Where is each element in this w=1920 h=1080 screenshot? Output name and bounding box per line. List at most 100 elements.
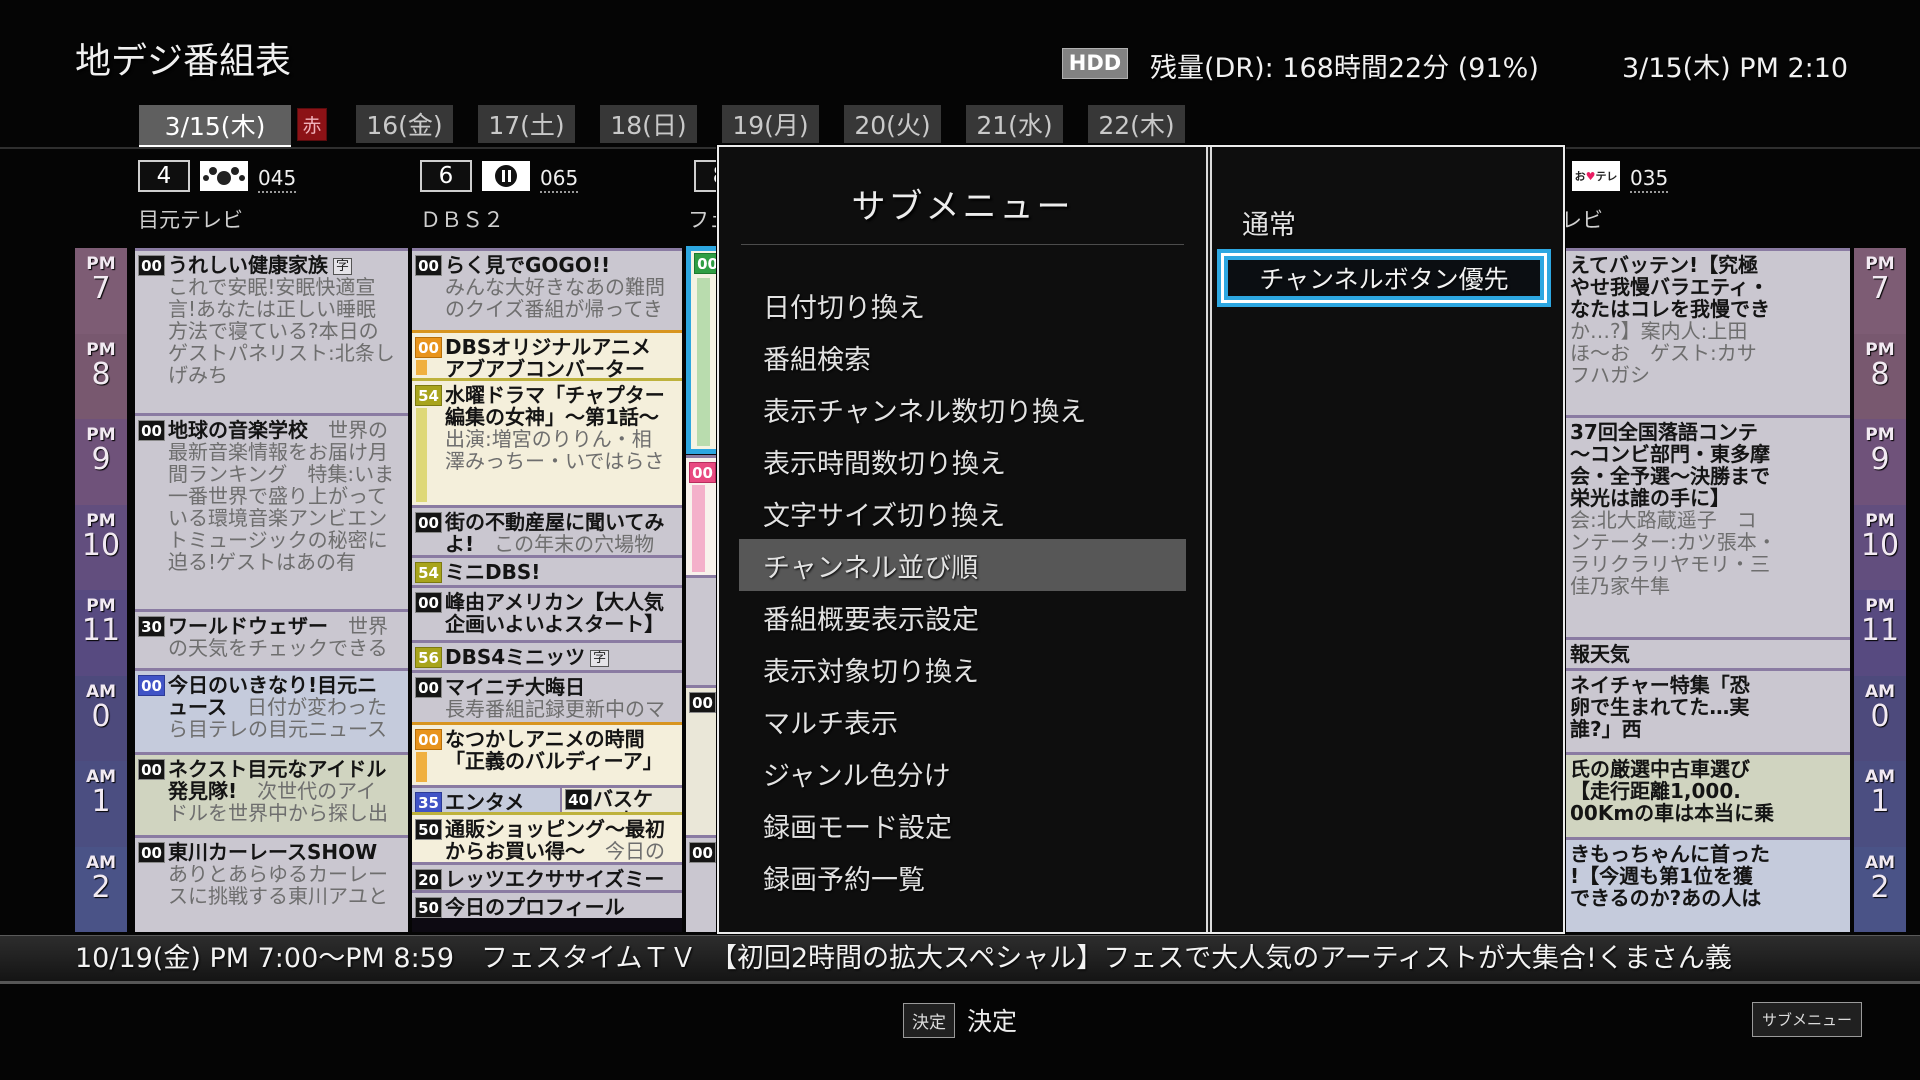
program-column-2: 00らく見でGOGO!!みんな大好きなあの難問のクイズ番組が帰ってき00DBSオ… (412, 248, 682, 932)
submenu-button[interactable]: サブメニュー (1752, 1002, 1862, 1037)
program-cell[interactable]: 54ミニDBS! (412, 555, 682, 585)
date-tab-16(金)[interactable]: 16(金) (356, 105, 453, 143)
time-period-label: AM (86, 854, 116, 872)
program-cell[interactable]: 54水曜ドラマ「チャプター編集の女神」〜第1話〜 出演:増宮のりりん・相澤みっち… (412, 378, 682, 505)
program-cell[interactable]: 50通販ショッピング〜最初からお買い得〜 今日の (412, 812, 682, 862)
time-period-label: PM (86, 512, 115, 530)
time-hour-label: 1 (1870, 786, 1889, 818)
program-cell[interactable]: 00地球の音楽学校 世界の最新音楽情報をお届け月間ランキング 特集:いま一番世界… (135, 413, 408, 609)
program-cell-segment[interactable]: 40バスケの時 (560, 788, 682, 812)
option-normal[interactable]: 通常 (1242, 203, 1296, 242)
program-text-line: やせ我慢バラエティ・ (1563, 276, 1850, 298)
program-cell[interactable]: 00峰由アメリカン【大人気企画いよいよスタート】 (412, 585, 682, 640)
submenu-item-5[interactable]: 文字サイズ切り換え (739, 487, 1186, 539)
time-band-AM0: AM0 (75, 676, 127, 762)
option-selected-label: チャンネルボタン優先 (1259, 260, 1508, 296)
program-text: らく見でGOGO!!みんな大好きなあの難問のクイズ番組が帰ってき (412, 251, 682, 320)
program-text: 通販ショッピング〜最初からお買い得〜 今日の (412, 815, 682, 862)
date-tab-18(日)[interactable]: 18(日) (600, 105, 697, 143)
start-minute-badge: 50 (415, 819, 442, 840)
program-text-line: えてバッテン!【究極 (1563, 254, 1850, 276)
submenu-dialog: サブメニュー 日付切り換え番組検索表示チャンネル数切り換え表示時間数切り換え文字… (717, 145, 1565, 934)
date-tab-21(水)[interactable]: 21(水) (966, 105, 1063, 143)
epg-screen: 地デジ番組表 HDD 残量(DR): 168時間22分 (91%) 3/15(木… (0, 0, 1920, 1080)
program-cell[interactable]: 50今日のプロフィール (412, 890, 682, 918)
program-cell[interactable]: きもっちゃんに首った!【今週も第1位を獲できるのか?あの人は (1563, 837, 1850, 932)
time-hour-label: 2 (91, 872, 110, 904)
submenu-item-10[interactable]: ジャンル色分け (739, 747, 1186, 799)
program-cell[interactable]: 00DBSオリジナルアニメ アブアブコンバーター (412, 330, 682, 378)
date-tab-22(木)[interactable]: 22(木) (1088, 105, 1185, 143)
program-cell[interactable]: 56DBS4ミニッツ字 (412, 640, 682, 670)
start-minute-badge: 00 (415, 677, 442, 698)
program-cell[interactable]: えてバッテン!【究極やせ我慢バラエティ・なたはコレを我慢できか…?】案内人:上田… (1563, 248, 1850, 415)
submenu-item-8[interactable]: 表示対象切り換え (739, 643, 1186, 695)
time-hour-label: 0 (1870, 701, 1889, 733)
program-text-line: 卵で生まれてた…実 (1563, 696, 1850, 718)
program-cell[interactable]: 00街の不動産屋に聞いてみよ! この年末の穴場物 (412, 505, 682, 555)
date-tab-19(月)[interactable]: 19(月) (722, 105, 819, 143)
option-channel-button-priority[interactable]: チャンネルボタン優先 (1217, 249, 1551, 307)
program-cell[interactable]: 20レッツエクササイズミー (412, 862, 682, 890)
channel-logo-1 (200, 161, 248, 191)
submenu-item-3[interactable]: 表示チャンネル数切り換え (739, 383, 1186, 435)
submenu-item-1[interactable]: 日付切り換え (739, 279, 1186, 331)
start-minute-badge: 00 (138, 255, 165, 276)
time-period-label: AM (1865, 683, 1895, 701)
time-band-AM2: AM2 (1854, 847, 1906, 933)
program-cell[interactable]: 00今日のいきなり!目元ニュース 日付が変わったら目テレの目元ニュース (135, 668, 408, 752)
program-cell[interactable]: 00らく見でGOGO!!みんな大好きなあの難問のクイズ番組が帰ってき (412, 248, 682, 330)
date-tab-active[interactable]: 3/15(木) (139, 105, 291, 149)
program-text: 今日のいきなり!目元ニュース 日付が変わったら目テレの目元ニュース (135, 671, 408, 740)
submenu-item-9[interactable]: マルチ表示 (739, 695, 1186, 747)
paw-icon (202, 163, 246, 189)
program-cell[interactable]: 30ワールドウェザー 世界の天気をチェックできる (135, 609, 408, 668)
genre-stripe (697, 278, 710, 446)
submenu-item-11[interactable]: 録画モード設定 (739, 799, 1186, 851)
submenu-item-4[interactable]: 表示時間数切り換え (739, 435, 1186, 487)
program-cell[interactable]: 00東川カーレースSHOWありとあらゆるカーレースに挑戦する東川アユと (135, 835, 408, 932)
time-band-PM8: PM8 (1854, 334, 1906, 420)
time-hour-label: 9 (91, 444, 110, 476)
time-hour-label: 0 (91, 701, 110, 733)
start-minute-badge: 50 (415, 897, 442, 918)
submenu-item-7[interactable]: 番組概要表示設定 (739, 591, 1186, 643)
program-text-line: できるのか?あの人は (1563, 887, 1850, 909)
time-band-PM10: PM10 (1854, 505, 1906, 591)
time-column-left: PM7PM8PM9PM10PM11AM0AM1AM2 (75, 248, 127, 932)
program-text: DBS4ミニッツ字 (412, 643, 682, 668)
program-text: レッツエクササイズミー (412, 865, 682, 890)
submenu-item-6[interactable]: チャンネル並び順 (739, 539, 1186, 591)
program-text: 地球の音楽学校 世界の最新音楽情報をお届け月間ランキング 特集:いま一番世界で盛… (135, 416, 408, 573)
page-title: 地デジ番組表 (75, 32, 291, 84)
time-column-right: PM7PM8PM9PM10PM11AM0AM1AM2 (1854, 248, 1906, 932)
date-tab-20(火)[interactable]: 20(火) (844, 105, 941, 143)
time-band-PM11: PM11 (75, 590, 127, 676)
channel-code-4: 035 (1630, 166, 1668, 193)
time-hour-label: 2 (1870, 872, 1889, 904)
program-cell[interactable]: 00うれしい健康家族字これで安眠!安眠快適宣言!あなたは正しい睡眠方法で寝ている… (135, 248, 408, 413)
program-cell[interactable]: 氏の厳選中古車選び【走行距離1,000.00Kmの車は本当に乗 (1563, 752, 1850, 837)
submenu-item-12[interactable]: 録画予約一覧 (739, 851, 1186, 903)
date-tab-17(土)[interactable]: 17(土) (478, 105, 575, 143)
start-minute-badge: 00 (138, 675, 165, 696)
program-cell[interactable]: ネイチャー特集「恐卵で生まれてた…実誰?」西 (1563, 668, 1850, 752)
submenu-item-2[interactable]: 番組検索 (739, 331, 1186, 383)
submenu-title: サブメニュー (719, 179, 1206, 228)
program-cell[interactable]: 37回全国落語コンテ〜コンビ部門・東多摩会・全予選〜決勝まで栄光は誰の手に】会:… (1563, 415, 1850, 637)
program-cell[interactable]: 35エンタメ40バスケの時 (412, 785, 682, 812)
program-text-line: きもっちゃんに首った (1563, 843, 1850, 865)
program-cell[interactable]: 00マイニチ大晦日長寿番組記録更新中のマ (412, 670, 682, 722)
program-cell[interactable]: 00なつかしアニメの時間「正義のバルディーア」 (412, 722, 682, 785)
caption-mark: 字 (333, 258, 352, 275)
circle-pause-icon (484, 163, 528, 189)
start-minute-badge: 00 (415, 592, 442, 613)
channel-logo-text: お♥テレ (1575, 168, 1618, 184)
time-band-PM10: PM10 (75, 505, 127, 591)
program-text: なつかしアニメの時間「正義のバルディーア」 (412, 725, 682, 772)
program-cell[interactable]: 00ネクスト目元なアイドル発見隊! 次世代のアイドルを世界中から探し出 (135, 752, 408, 835)
program-text: 街の不動産屋に聞いてみよ! この年末の穴場物 (412, 508, 682, 555)
program-cell[interactable]: 報天気 (1563, 637, 1850, 668)
time-band-PM11: PM11 (1854, 590, 1906, 676)
enter-button[interactable]: 決定 (903, 1003, 955, 1038)
